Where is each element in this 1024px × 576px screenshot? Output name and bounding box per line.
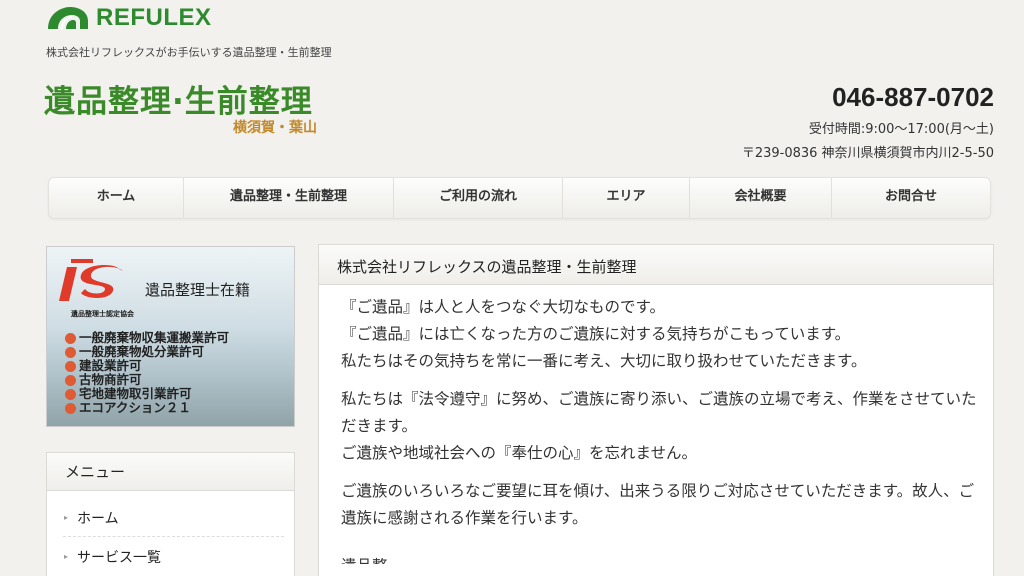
menu-item-services[interactable]: ▸ サービス一覧: [63, 537, 284, 575]
paragraph: ご遺族のいろいろなご要望に耳を傾け、出来うる限りご対応させていただきます。故人、…: [341, 482, 975, 527]
bullet-dot-icon: [65, 402, 76, 414]
caret-right-icon: ▸: [64, 513, 69, 522]
menu-item-home[interactable]: ▸ ホーム: [63, 491, 284, 537]
bullet-dot-icon: [65, 346, 76, 358]
menu-heading: メニュー: [47, 453, 294, 491]
license-item: 宅地建物取引業許可: [65, 387, 229, 401]
site-subtitle: 横須賀・葉山: [233, 120, 317, 136]
phone-number[interactable]: 046-887-0702: [832, 82, 994, 113]
caret-right-icon: ▸: [64, 552, 69, 561]
license-item: 一般廃棄物処分業許可: [65, 345, 229, 359]
license-item: 古物商許可: [65, 373, 229, 387]
paragraph: 私たちは『法令遵守』に努め、ご遺族に寄り添い、ご遺族の立場で考え、作業をさせてい…: [341, 390, 977, 462]
main-nav: ホーム 遺品整理・生前整理 ご利用の流れ エリア 会社概要 お問合せ: [48, 177, 991, 219]
content-heading: 株式会社リフレックスの遺品整理・生前整理: [319, 245, 993, 285]
nav-item-contact[interactable]: お問合せ: [832, 178, 990, 218]
main-content: 株式会社リフレックスの遺品整理・生前整理 『ご遺品』は人と人をつなぐ大切なもので…: [318, 244, 994, 576]
refulex-logo[interactable]: REFULEX: [46, 4, 212, 32]
logo-mark-icon: [48, 7, 88, 30]
bullet-dot-icon: [65, 332, 76, 344]
license-item: 一般廃棄物収集運搬業許可: [65, 331, 229, 345]
bullet-dot-icon: [65, 360, 76, 372]
business-hours: 受付時間:9:00〜17:00(月〜土): [808, 122, 994, 137]
content-body: 『ご遺品』は人と人をつなぐ大切なものです。 『ご遺品』には亡くなった方のご遺族に…: [319, 285, 993, 564]
license-item: エコアクション２１: [65, 401, 229, 415]
sidebar-menu: メニュー ▸ ホーム ▸ サービス一覧: [46, 452, 295, 576]
nav-item-ihin-seiri[interactable]: 遺品整理・生前整理: [184, 178, 394, 218]
menu-list: ▸ ホーム ▸ サービス一覧: [47, 491, 294, 575]
logo-text: REFULEX: [96, 4, 212, 31]
banner-title: 遺品整理士在籍: [145, 281, 251, 299]
bullet-dot-icon: [65, 388, 76, 400]
tagline: 株式会社リフレックスがお手伝いする遺品整理・生前整理: [46, 46, 332, 59]
banner-association: 遺品整理士認定協会: [71, 310, 134, 318]
company-address: 〒239-0836 神奈川県横須賀市内川2-5-50: [741, 146, 994, 161]
nav-item-home[interactable]: ホーム: [49, 178, 184, 218]
site-title[interactable]: 遺品整理·生前整理: [44, 76, 313, 121]
license-item: 建設業許可: [65, 359, 229, 373]
cut-off-text: 遺品整: [341, 554, 979, 564]
license-banner[interactable]: 遺品整理士在籍 遺品整理士認定協会 一般廃棄物収集運搬業許可 一般廃棄物処分業許…: [46, 246, 295, 427]
license-list: 一般廃棄物収集運搬業許可 一般廃棄物処分業許可 建設業許可 古物商許可 宅地建物…: [65, 331, 229, 415]
nav-item-area[interactable]: エリア: [563, 178, 690, 218]
nav-item-flow[interactable]: ご利用の流れ: [394, 178, 563, 218]
paragraph: 『ご遺品』は人と人をつなぐ大切なものです。 『ご遺品』には亡くなった方のご遺族に…: [341, 298, 867, 370]
is-logo-icon: [59, 259, 123, 301]
nav-item-company[interactable]: 会社概要: [690, 178, 832, 218]
bullet-dot-icon: [65, 374, 76, 386]
